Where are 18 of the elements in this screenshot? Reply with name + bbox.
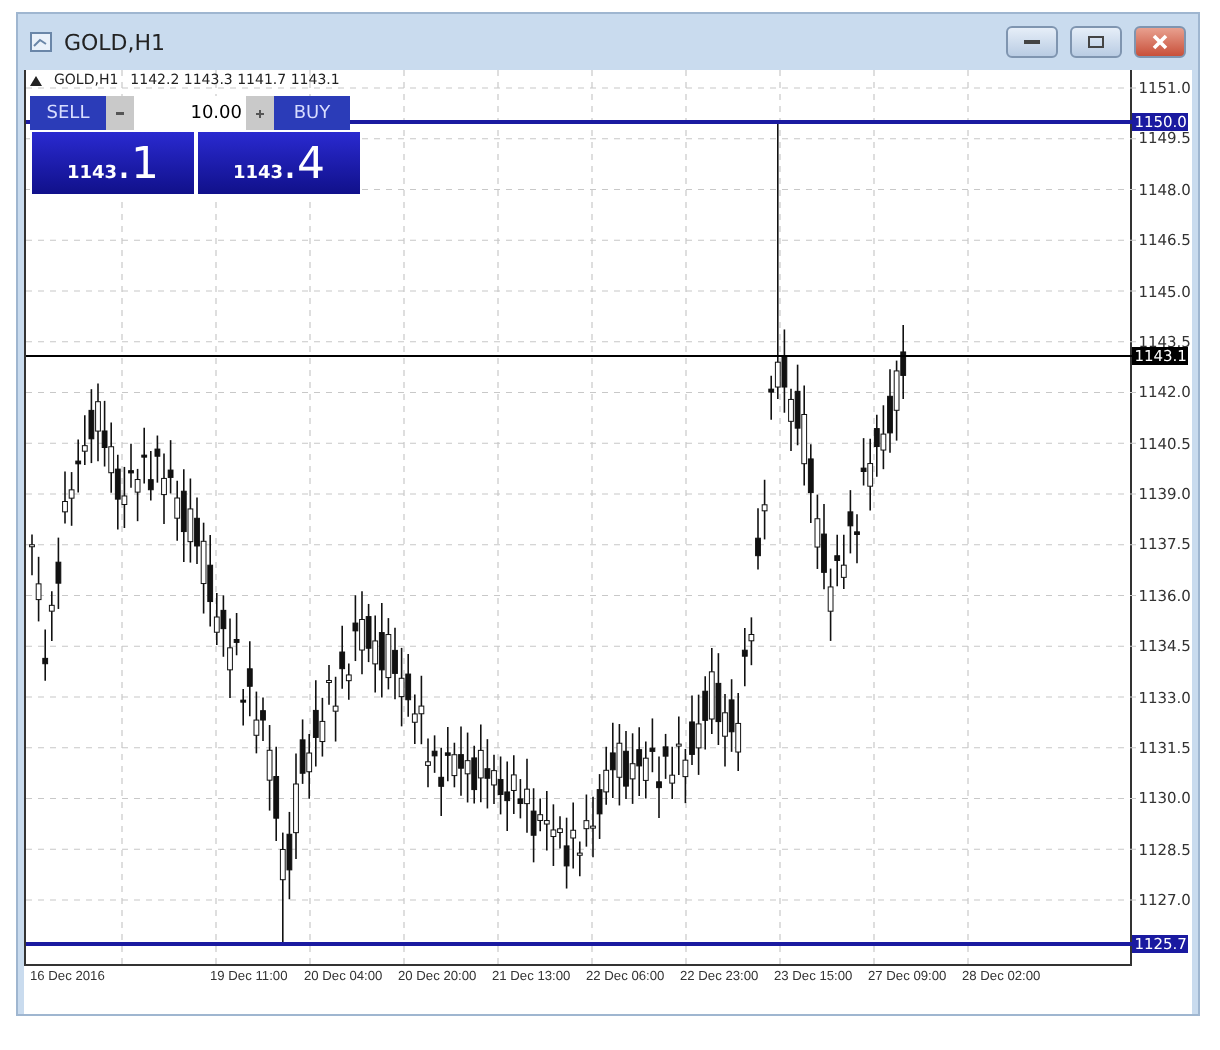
decrease-button[interactable]	[106, 96, 134, 130]
restore-icon	[1086, 34, 1106, 50]
minus-icon	[116, 111, 124, 115]
plus-icon	[256, 109, 264, 117]
sell-button[interactable]: SELL	[30, 96, 106, 130]
window-title: GOLD,H1	[64, 29, 168, 55]
minimize-icon	[1022, 38, 1042, 46]
chart-icon	[30, 32, 52, 52]
sell-price-button[interactable]: 1143.1	[30, 130, 196, 196]
minimize-button[interactable]	[1006, 26, 1058, 58]
close-icon	[1152, 34, 1168, 50]
volume-field[interactable]: 10.00	[134, 96, 246, 130]
triangle-icon	[30, 75, 42, 85]
buy-price-button[interactable]: 1143.4	[196, 130, 362, 196]
buy-button[interactable]: BUY	[274, 96, 350, 130]
increase-button[interactable]	[246, 96, 274, 130]
close-button[interactable]	[1134, 26, 1186, 58]
restore-button[interactable]	[1070, 26, 1122, 58]
